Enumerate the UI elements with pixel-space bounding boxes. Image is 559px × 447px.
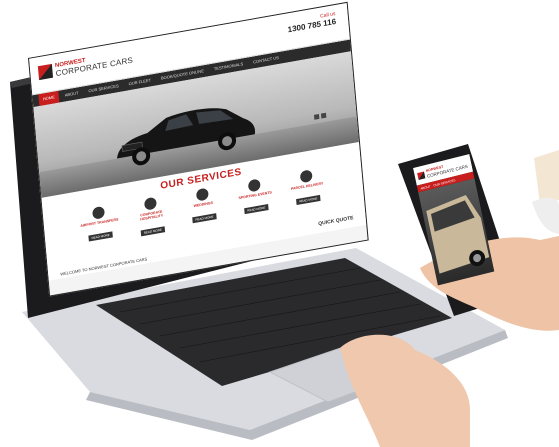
airport-icon (91, 205, 106, 220)
service-card[interactable]: AIRPORT TRANSFERS READ MORE (77, 203, 122, 250)
welcome-text: WELCOME TO NORWEST CORPORATE CARS (60, 256, 148, 277)
site-logo[interactable]: NORWEST CORPORATE CARS (37, 49, 133, 81)
read-more-button[interactable]: READ MORE (88, 231, 113, 242)
service-card[interactable]: PARCEL DELIVERY READ MORE (285, 167, 330, 214)
logo-mark-icon (37, 63, 54, 81)
quick-quote[interactable]: QUICK QUOTE (318, 215, 354, 227)
briefcase-icon (143, 196, 157, 211)
ball-icon (247, 178, 261, 193)
service-card[interactable]: WEDDINGS READ MORE (181, 185, 226, 232)
read-more-button[interactable]: READ MORE (244, 204, 269, 215)
read-more-button[interactable]: READ MORE (192, 213, 217, 224)
logo-mark-icon (417, 170, 426, 180)
read-more-button[interactable]: READ MORE (295, 194, 321, 206)
slider-controls[interactable] (313, 112, 327, 120)
parcel-icon (299, 169, 313, 184)
rings-icon (195, 187, 209, 202)
service-card[interactable]: SPORTING EVENTS READ MORE (233, 176, 278, 223)
read-more-button[interactable]: READ MORE (140, 226, 166, 237)
service-card[interactable]: CORPORATE HOSPITALITY READ MORE (129, 194, 174, 241)
call-us: Call us 1300 785 116 (287, 11, 336, 34)
coffee-cup (534, 150, 559, 204)
